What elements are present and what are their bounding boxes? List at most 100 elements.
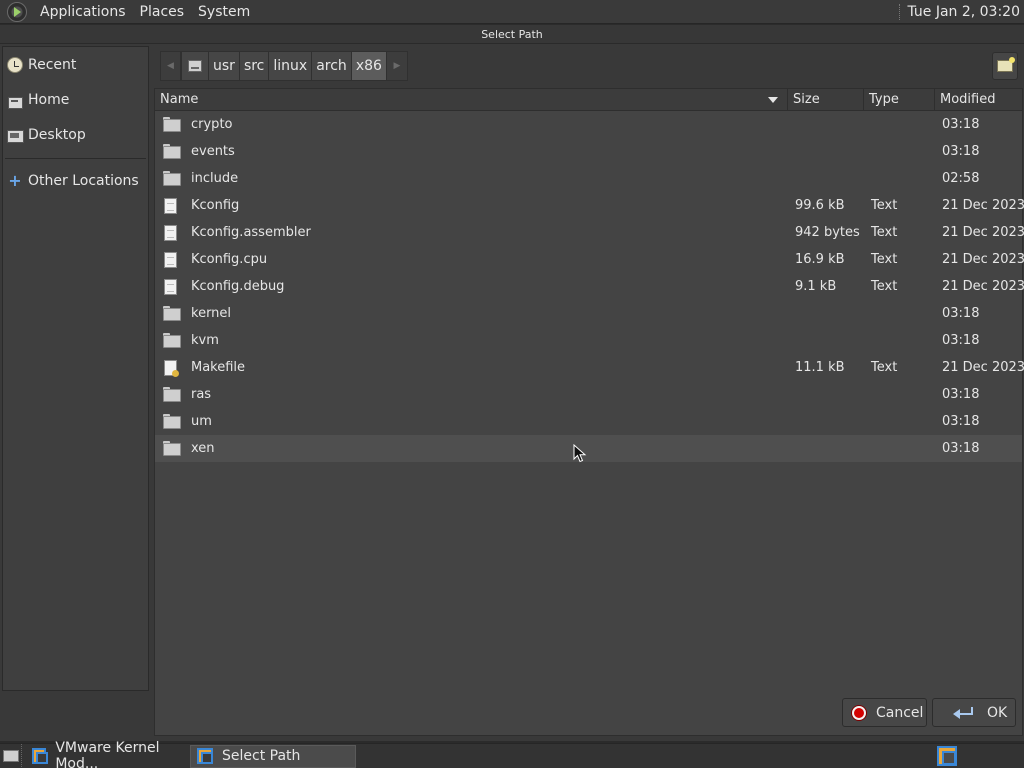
makefile-icon: [163, 360, 179, 377]
file-modified: 21 Dec 2023: [942, 252, 1024, 267]
file-type: Text: [871, 360, 898, 375]
select-path-dialog: Recent Home Desktop + Other Locations ◀ …: [0, 44, 1024, 741]
clock-icon: [7, 56, 23, 73]
folder-icon: [163, 414, 181, 429]
path-bar: ◀ usr src linux arch x86 ▶: [160, 51, 408, 81]
table-row[interactable]: Kconfig.cpu 16.9 kB Text 21 Dec 2023: [155, 246, 1024, 273]
file-name: kernel: [191, 306, 232, 321]
vmware-tray-icon[interactable]: [937, 746, 957, 766]
file-name: Kconfig.debug: [191, 279, 285, 294]
main-menu-logo-icon[interactable]: [7, 1, 27, 22]
table-row[interactable]: um 03:18: [155, 408, 1022, 435]
text-file-icon: [164, 279, 177, 295]
table-row[interactable]: kvm 03:18: [155, 327, 1022, 354]
path-scroll-left-button[interactable]: ◀: [160, 51, 181, 81]
table-row[interactable]: kernel 03:18: [155, 300, 1022, 327]
sidebar-item-label: Recent: [28, 56, 77, 73]
show-desktop-button[interactable]: [0, 743, 22, 768]
sidebar-item-label: Other Locations: [28, 172, 139, 189]
column-header-name[interactable]: Name: [155, 89, 788, 110]
text-file-icon: [164, 198, 177, 214]
folder-icon: [163, 144, 181, 159]
folder-icon: [163, 117, 181, 132]
ok-button[interactable]: OK: [932, 698, 1016, 727]
sidebar-item-home[interactable]: Home: [3, 82, 148, 117]
file-modified: 03:18: [942, 144, 980, 159]
folder-icon: [163, 171, 181, 186]
file-name: kvm: [191, 333, 219, 348]
file-size: 9.1 kB: [795, 279, 837, 294]
plus-icon: +: [8, 170, 22, 190]
text-file-icon: [163, 252, 179, 268]
path-scroll-right-button[interactable]: ▶: [386, 51, 408, 81]
text-file-icon: [163, 279, 179, 295]
folder-icon: [163, 414, 181, 429]
table-row[interactable]: ras 03:18: [155, 381, 1022, 408]
table-row[interactable]: crypto 03:18: [155, 111, 1022, 138]
column-header-modified[interactable]: Modified: [935, 89, 1024, 110]
cancel-button[interactable]: Cancel: [842, 698, 927, 727]
folder-icon: [163, 387, 181, 402]
sidebar-item-recent[interactable]: Recent: [3, 47, 148, 82]
column-header-size[interactable]: Size: [788, 89, 864, 110]
table-row[interactable]: include 02:58: [155, 165, 1022, 192]
path-crumb-linux[interactable]: linux: [269, 51, 313, 81]
text-file-icon: [163, 198, 179, 214]
column-header-type[interactable]: Type: [864, 89, 935, 110]
folder-icon: [163, 441, 181, 456]
sidebar-item-label: Desktop: [28, 126, 86, 143]
table-row[interactable]: events 03:18: [155, 138, 1022, 165]
file-name: include: [191, 171, 239, 186]
file-modified: 21 Dec 2023: [942, 225, 1024, 240]
table-row[interactable]: Makefile 11.1 kB Text 21 Dec 2023: [155, 354, 1024, 381]
drive-icon: [188, 60, 202, 72]
folder-icon: [163, 306, 181, 321]
table-row[interactable]: Kconfig 99.6 kB Text 21 Dec 2023: [155, 192, 1024, 219]
path-crumb-src[interactable]: src: [239, 51, 270, 81]
path-crumb-usr[interactable]: usr: [209, 51, 240, 81]
file-modified: 02:58: [942, 171, 980, 186]
enter-arrow-icon: [953, 706, 973, 720]
places-menu[interactable]: Places: [133, 0, 192, 24]
file-modified: 21 Dec 2023: [942, 279, 1024, 294]
file-type: Text: [871, 279, 898, 294]
taskbar-item-vmware[interactable]: VMware Kernel Mod...: [26, 740, 186, 768]
folder-icon: [163, 117, 181, 132]
file-type: Text: [871, 225, 898, 240]
file-modified: 03:18: [942, 414, 980, 429]
file-name: events: [191, 144, 235, 159]
file-modified: 03:18: [942, 387, 980, 402]
folder-icon: [163, 441, 181, 456]
taskbar-item-select-path[interactable]: Select Path: [190, 744, 356, 768]
path-crumb-arch[interactable]: arch: [312, 51, 352, 81]
folder-icon: [163, 306, 181, 321]
file-size: 16.9 kB: [795, 252, 845, 267]
file-modified: 03:18: [942, 441, 980, 456]
desktop-icon: [7, 127, 24, 143]
table-row[interactable]: Kconfig.debug 9.1 kB Text 21 Dec 2023: [155, 273, 1024, 300]
create-folder-button[interactable]: [992, 52, 1018, 80]
path-crumb-x86[interactable]: x86: [351, 51, 387, 81]
taskbar-item-label: VMware Kernel Mod...: [55, 740, 160, 768]
file-name: crypto: [191, 117, 233, 132]
path-root-button[interactable]: [181, 51, 209, 81]
taskbar-item-label: Select Path: [222, 748, 301, 764]
applications-menu[interactable]: Applications: [33, 0, 133, 24]
system-menu[interactable]: System: [191, 0, 257, 24]
sidebar-item-other-locations[interactable]: + Other Locations: [3, 163, 148, 198]
folder-icon: [163, 144, 181, 159]
clock[interactable]: Tue Jan 2, 03:20: [907, 4, 1024, 20]
ok-button-label: OK: [987, 704, 1008, 721]
table-row[interactable]: Kconfig.assembler 942 bytes Text 21 Dec 202…: [155, 219, 1024, 246]
table-row[interactable]: xen 03:18: [155, 435, 1022, 462]
places-sidebar: Recent Home Desktop + Other Locations: [2, 46, 149, 691]
home-icon: [7, 92, 23, 109]
sidebar-item-desktop[interactable]: Desktop: [3, 117, 148, 152]
file-size: 11.1 kB: [795, 360, 845, 375]
text-file-icon: [164, 252, 177, 268]
file-list-header: Name Size Type Modified: [155, 89, 1022, 111]
sidebar-item-label: Home: [28, 91, 70, 108]
stop-icon: [852, 705, 866, 720]
text-file-icon: [164, 225, 177, 241]
folder-icon: [163, 333, 181, 348]
